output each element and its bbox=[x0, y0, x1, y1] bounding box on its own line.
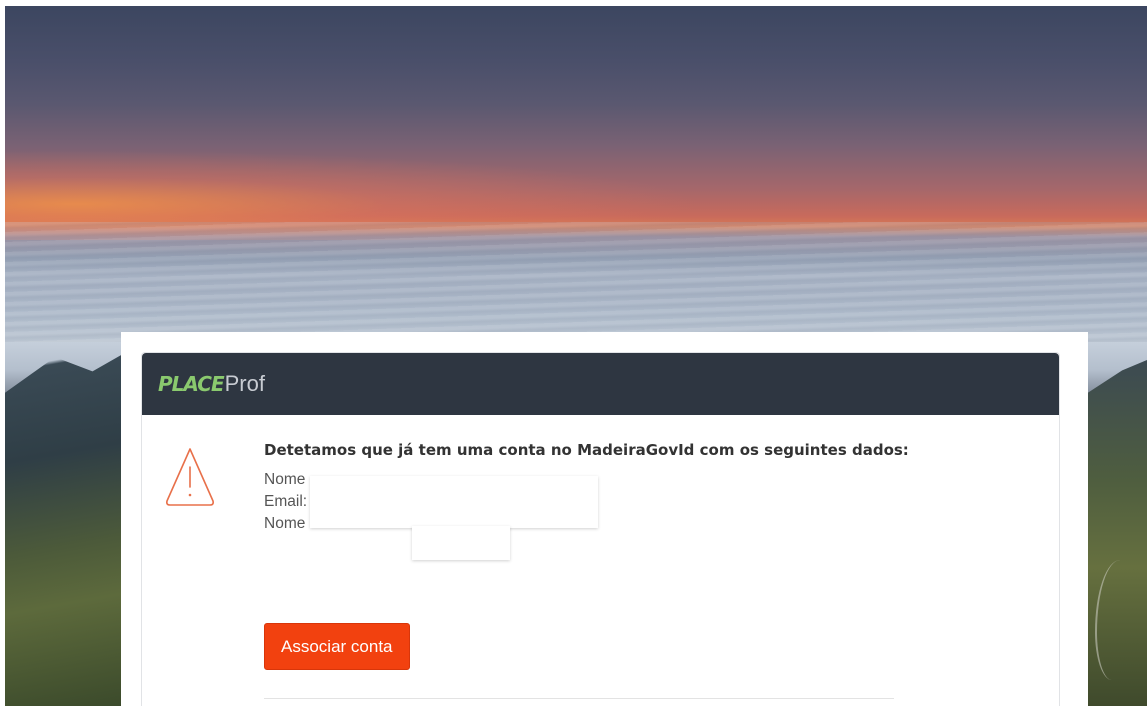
logo-place-text: PLACE bbox=[158, 372, 225, 396]
warning-triangle-icon bbox=[166, 448, 214, 506]
redaction-box-username bbox=[412, 526, 510, 560]
card-header: PLACE Prof bbox=[142, 353, 1059, 415]
content-panel: PLACE Prof Detetamos que já tem uma cont… bbox=[121, 332, 1088, 706]
placeprof-logo: PLACE Prof bbox=[158, 371, 265, 397]
field-name-label: Nome bbox=[264, 471, 306, 488]
field-email-label: Email: bbox=[264, 493, 308, 510]
background-cloud-sea bbox=[5, 222, 1147, 342]
notice-heading: Detetamos que já tem uma conta no Madeir… bbox=[264, 441, 909, 459]
redaction-box-name-email bbox=[310, 476, 598, 528]
logo-prof-text: Prof bbox=[224, 371, 265, 396]
account-card: PLACE Prof Detetamos que já tem uma cont… bbox=[141, 352, 1060, 706]
background-mountain-left bbox=[5, 350, 130, 706]
screen: PLACE Prof Detetamos que já tem uma cont… bbox=[0, 0, 1147, 706]
divider bbox=[264, 698, 894, 699]
associate-account-button[interactable]: Associar conta bbox=[264, 623, 410, 670]
